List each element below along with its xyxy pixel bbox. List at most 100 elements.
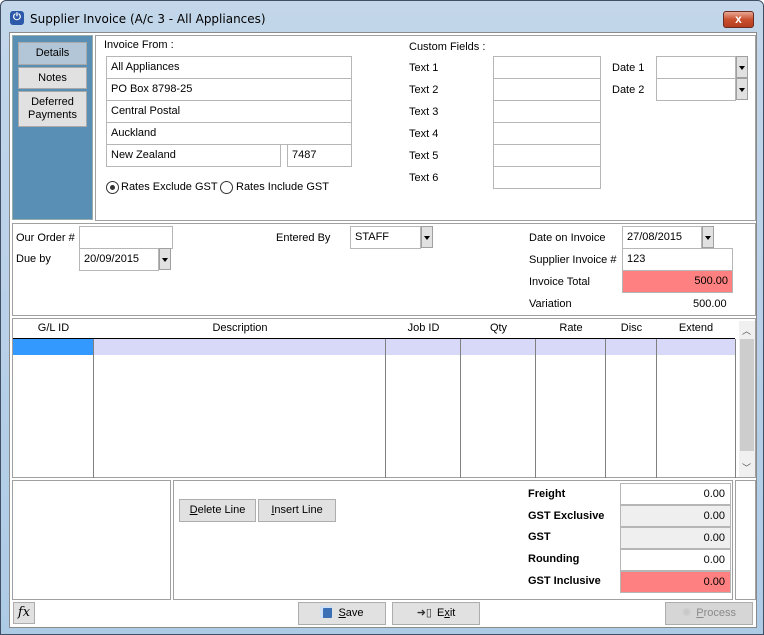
column-header-qty[interactable]: Qty — [461, 319, 536, 339]
our-order-label: Our Order # — [16, 232, 75, 244]
column-header-job-id[interactable]: Job ID — [386, 319, 461, 339]
column-header-extend[interactable]: Extend — [657, 319, 735, 339]
process-gear-icon: ✺ — [682, 607, 692, 619]
due-by-field[interactable]: 20/09/2015 — [79, 248, 159, 271]
variation-label: Variation — [529, 298, 572, 310]
column-header-disc[interactable]: Disc — [606, 319, 657, 339]
rounding-field[interactable]: 0.00 — [620, 549, 731, 571]
exit-door-icon: ➜▯ — [416, 607, 432, 619]
text-4-label: Text 4 — [409, 128, 439, 140]
scroll-down-icon[interactable]: ﹀ — [742, 461, 751, 474]
sidebar: Details Notes Deferred Payments — [12, 35, 93, 220]
close-button[interactable]: x — [723, 11, 754, 28]
rates-include-gst-radio[interactable] — [220, 181, 233, 194]
vertical-scrollbar[interactable]: ︿ ﹀ — [739, 321, 755, 477]
sidebar-item-details[interactable]: Details — [18, 42, 87, 65]
save-accel: S — [338, 607, 346, 619]
rates-exclude-gst-radio[interactable] — [106, 181, 119, 194]
process-label: rocess — [703, 607, 736, 619]
date-2-dropdown-icon[interactable] — [736, 78, 748, 100]
column-header-rate[interactable]: Rate — [536, 319, 606, 339]
order-panel: Our Order # Due by 20/09/2015 Entered By… — [12, 223, 756, 316]
text-1-label: Text 1 — [409, 62, 439, 74]
date-2-label: Date 2 — [612, 84, 645, 96]
delete-line-label: elete Line — [197, 504, 246, 516]
sidebar-item-notes[interactable]: Notes — [18, 67, 87, 89]
side-filler-panel — [735, 480, 756, 600]
address-line-4[interactable]: Auckland — [106, 122, 352, 145]
freight-field[interactable]: 0.00 — [620, 483, 731, 505]
save-button[interactable]: Save — [298, 602, 386, 625]
process-accel: P — [696, 607, 704, 619]
invoice-total-field[interactable]: 500.00 — [622, 270, 733, 293]
our-order-field[interactable] — [79, 226, 173, 249]
text-6-field[interactable] — [493, 166, 601, 189]
custom-fields-heading: Custom Fields : — [409, 41, 486, 53]
disc-column — [606, 339, 657, 478]
gst-inclusive-field: 0.00 — [620, 571, 731, 593]
save-label: ave — [345, 607, 364, 619]
address-line-3[interactable]: Central Postal — [106, 100, 352, 123]
title-bar: ⏻ Supplier Invoice (A/c 3 - All Applianc… — [1, 1, 763, 31]
variation-value: 500.00 — [693, 298, 727, 310]
address-line-1[interactable]: All Appliances — [106, 56, 352, 79]
notes-area-panel — [12, 480, 171, 600]
text-2-label: Text 2 — [409, 84, 439, 96]
delete-line-button[interactable]: Delete Line — [179, 499, 256, 522]
process-button[interactable]: ✺ Process — [665, 602, 753, 625]
text-4-field[interactable] — [493, 122, 601, 145]
invoice-lines-grid: G/L ID Description Job ID Qty Rate Disc … — [12, 318, 756, 478]
text-5-label: Text 5 — [409, 150, 439, 162]
invoice-from-panel: Invoice From : All Appliances PO Box 879… — [95, 35, 756, 221]
date-2-field[interactable] — [656, 78, 736, 101]
due-by-dropdown-icon[interactable] — [159, 248, 171, 270]
text-3-field[interactable] — [493, 100, 601, 123]
rate-column — [536, 339, 606, 478]
date-on-invoice-label: Date on Invoice — [529, 232, 606, 244]
date-1-field[interactable] — [656, 56, 736, 79]
save-disk-icon — [320, 606, 333, 618]
date-on-invoice-dropdown-icon[interactable] — [702, 226, 714, 248]
invoice-from-heading: Invoice From : — [104, 39, 174, 51]
exit-button[interactable]: ➜▯ Exit — [392, 602, 480, 625]
date-1-dropdown-icon[interactable] — [736, 56, 748, 78]
date-1-label: Date 1 — [612, 62, 645, 74]
entered-by-dropdown-icon[interactable] — [421, 226, 433, 248]
address-line-2[interactable]: PO Box 8798-25 — [106, 78, 352, 101]
delete-line-accel: D — [189, 504, 198, 516]
entered-by-field[interactable]: STAFF — [350, 226, 421, 249]
text-2-field[interactable] — [493, 78, 601, 101]
exit-label-end: it — [449, 607, 456, 619]
gst-label: GST — [528, 531, 551, 543]
invoice-total-label: Invoice Total — [529, 276, 590, 288]
gst-inclusive-label: GST Inclusive — [528, 575, 601, 587]
extend-column — [657, 339, 736, 478]
text-3-label: Text 3 — [409, 106, 439, 118]
window-title: Supplier Invoice (A/c 3 - All Appliances… — [30, 12, 266, 26]
gst-field: 0.00 — [620, 527, 731, 549]
fx-button[interactable]: fx — [13, 602, 35, 624]
address-country[interactable]: New Zealand — [106, 144, 281, 167]
gl-id-column — [13, 339, 94, 478]
postcode-field[interactable]: 7487 — [287, 144, 352, 167]
date-on-invoice-field[interactable]: 27/08/2015 — [622, 226, 702, 249]
scroll-up-icon[interactable]: ︿ — [742, 324, 751, 337]
column-header-gl-id[interactable]: G/L ID — [13, 319, 94, 339]
qty-column — [461, 339, 536, 478]
job-id-column — [386, 339, 461, 478]
supplier-invoice-label: Supplier Invoice # — [529, 254, 617, 266]
rounding-label: Rounding — [528, 553, 580, 565]
power-icon: ⏻ — [10, 11, 24, 25]
rates-exclude-gst-label: Rates Exclude GST — [121, 181, 218, 193]
description-column — [94, 339, 386, 478]
insert-line-button[interactable]: Insert Line — [258, 499, 336, 522]
gst-exclusive-label: GST Exclusive — [528, 510, 605, 522]
sidebar-item-deferred-payments[interactable]: Deferred Payments — [18, 91, 87, 127]
scrollbar-thumb[interactable] — [740, 339, 754, 451]
due-by-label: Due by — [16, 253, 51, 265]
text-5-field[interactable] — [493, 144, 601, 167]
supplier-invoice-field[interactable]: 123 — [622, 248, 733, 271]
supplier-invoice-window: ⏻ Supplier Invoice (A/c 3 - All Applianc… — [0, 0, 764, 635]
column-header-description[interactable]: Description — [94, 319, 386, 339]
text-1-field[interactable] — [493, 56, 601, 79]
